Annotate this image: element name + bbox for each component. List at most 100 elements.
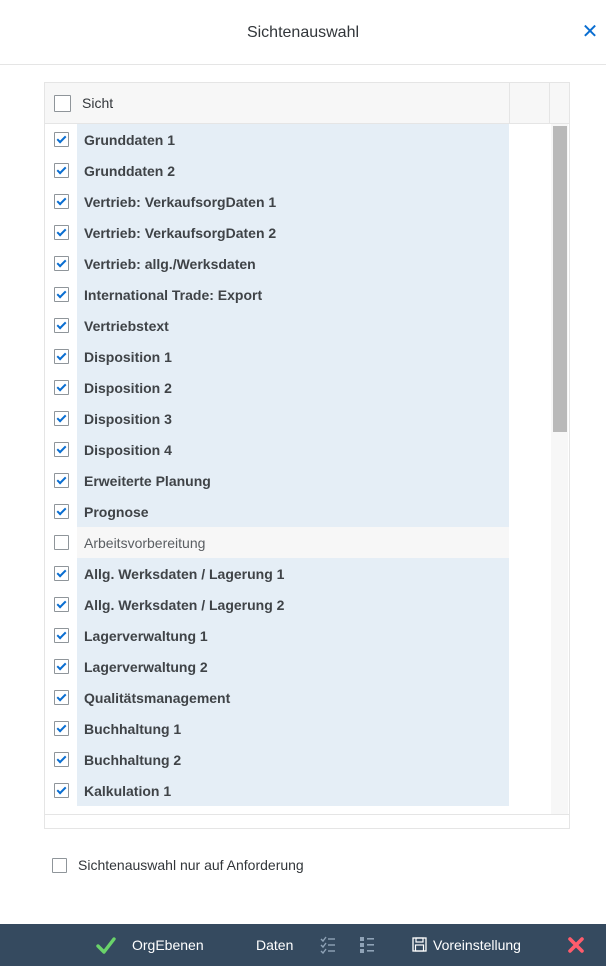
- row-checkbox[interactable]: [54, 504, 69, 519]
- row-checkbox[interactable]: [54, 566, 69, 581]
- table-row[interactable]: Lagerverwaltung 2: [45, 651, 551, 682]
- row-label-cell: Buchhaltung 1: [77, 713, 509, 744]
- row-checkbox-cell: [45, 744, 75, 775]
- row-label: Disposition 1: [84, 349, 172, 365]
- table-row[interactable]: Prognose: [45, 496, 551, 527]
- row-label: Vertriebstext: [84, 318, 169, 334]
- table-row[interactable]: Disposition 2: [45, 372, 551, 403]
- row-label-cell: Prognose: [77, 496, 509, 527]
- row-checkbox-cell: [45, 558, 75, 589]
- row-checkbox-cell: [45, 124, 75, 155]
- row-label-cell: Vertriebstext: [77, 310, 509, 341]
- row-checkbox[interactable]: [54, 256, 69, 271]
- row-checkbox[interactable]: [54, 690, 69, 705]
- row-label-cell: Disposition 2: [77, 372, 509, 403]
- row-checkbox[interactable]: [54, 628, 69, 643]
- table-row[interactable]: Erweiterte Planung: [45, 465, 551, 496]
- row-label-cell: Disposition 1: [77, 341, 509, 372]
- table-row[interactable]: Disposition 3: [45, 403, 551, 434]
- row-label: Erweiterte Planung: [84, 473, 211, 489]
- table-row[interactable]: Vertrieb: VerkaufsorgDaten 2: [45, 217, 551, 248]
- row-checkbox-cell: [45, 403, 75, 434]
- row-checkbox-cell: [45, 496, 75, 527]
- table-row[interactable]: Disposition 1: [45, 341, 551, 372]
- table-row[interactable]: Disposition 4: [45, 434, 551, 465]
- close-icon: ✕: [581, 21, 599, 43]
- row-checkbox[interactable]: [54, 535, 69, 550]
- row-checkbox[interactable]: [54, 721, 69, 736]
- row-label: Allg. Werksdaten / Lagerung 2: [84, 597, 285, 613]
- table-row[interactable]: Buchhaltung 2: [45, 744, 551, 775]
- table-row[interactable]: Grunddaten 1: [45, 124, 551, 155]
- cancel-icon[interactable]: [566, 935, 586, 955]
- row-checkbox[interactable]: [54, 349, 69, 364]
- row-checkbox[interactable]: [54, 473, 69, 488]
- select-all-checkbox[interactable]: [54, 95, 71, 112]
- table-row[interactable]: Vertriebstext: [45, 310, 551, 341]
- view-rows: Grunddaten 1 Grunddaten 2 Vertrieb: Verkau…: [45, 124, 551, 806]
- table-row[interactable]: Kalkulation 1: [45, 775, 551, 806]
- on-demand-checkbox[interactable]: [52, 858, 67, 873]
- row-label: Disposition 2: [84, 380, 172, 396]
- row-checkbox[interactable]: [54, 132, 69, 147]
- row-checkbox-cell: [45, 248, 75, 279]
- orgebenen-button[interactable]: OrgEbenen: [132, 924, 204, 966]
- row-checkbox[interactable]: [54, 411, 69, 426]
- horizontal-scrollbar[interactable]: [45, 814, 569, 828]
- row-checkbox[interactable]: [54, 597, 69, 612]
- row-label: Grunddaten 2: [84, 163, 176, 179]
- row-label-cell: Buchhaltung 2: [77, 744, 509, 775]
- table-row[interactable]: Lagerverwaltung 1: [45, 620, 551, 651]
- table-row[interactable]: Arbeitsvorbereitung: [45, 527, 551, 558]
- row-label-cell: Grunddaten 1: [77, 124, 509, 155]
- scrollbar-thumb[interactable]: [553, 126, 567, 432]
- row-checkbox-cell: [45, 279, 75, 310]
- dialog-title: Sichtenauswahl: [246, 24, 360, 41]
- row-label: Grunddaten 1: [84, 132, 176, 148]
- row-checkbox[interactable]: [54, 194, 69, 209]
- column-header-sicht: Sicht: [82, 95, 114, 111]
- row-label-cell: Erweiterte Planung: [77, 465, 509, 496]
- row-checkbox[interactable]: [54, 225, 69, 240]
- row-checkbox[interactable]: [54, 752, 69, 767]
- view-table: Sicht Grunddaten 1 Grunddaten 2 Vertrieb: …: [44, 82, 570, 829]
- list-deselect-icon[interactable]: [359, 936, 375, 954]
- list-select-icon[interactable]: [320, 936, 336, 954]
- checkmark-icon[interactable]: [96, 935, 116, 955]
- row-checkbox[interactable]: [54, 380, 69, 395]
- row-checkbox-cell: [45, 434, 75, 465]
- row-checkbox-cell: [45, 682, 75, 713]
- save-icon[interactable]: [412, 937, 427, 952]
- row-label: Vertrieb: VerkaufsorgDaten 2: [84, 225, 277, 241]
- table-row[interactable]: International Trade: Export: [45, 279, 551, 310]
- table-row[interactable]: Qualitätsmanagement: [45, 682, 551, 713]
- voreinstellung-button[interactable]: Voreinstellung: [433, 924, 521, 966]
- row-checkbox[interactable]: [54, 442, 69, 457]
- table-row[interactable]: Allg. Werksdaten / Lagerung 2: [45, 589, 551, 620]
- row-checkbox-cell: [45, 620, 75, 651]
- row-label-cell: Vertrieb: VerkaufsorgDaten 1: [77, 186, 509, 217]
- row-label-cell: International Trade: Export: [77, 279, 509, 310]
- row-label: Disposition 4: [84, 442, 172, 458]
- table-row[interactable]: Buchhaltung 1: [45, 713, 551, 744]
- row-label-cell: Disposition 4: [77, 434, 509, 465]
- daten-button[interactable]: Daten: [256, 924, 293, 966]
- row-label: Vertrieb: allg./Werksdaten: [84, 256, 256, 272]
- row-label: Vertrieb: VerkaufsorgDaten 1: [84, 194, 277, 210]
- row-label: International Trade: Export: [84, 287, 263, 303]
- row-checkbox-cell: [45, 651, 75, 682]
- dialog-header: Sichtenauswahl ✕: [0, 0, 606, 65]
- row-checkbox[interactable]: [54, 318, 69, 333]
- table-row[interactable]: Grunddaten 2: [45, 155, 551, 186]
- table-row[interactable]: Allg. Werksdaten / Lagerung 1: [45, 558, 551, 589]
- table-row[interactable]: Vertrieb: allg./Werksdaten: [45, 248, 551, 279]
- row-checkbox[interactable]: [54, 163, 69, 178]
- row-checkbox[interactable]: [54, 287, 69, 302]
- on-demand-label: Sichtenauswahl nur auf Anforderung: [78, 857, 304, 873]
- table-row[interactable]: Vertrieb: VerkaufsorgDaten 1: [45, 186, 551, 217]
- row-label: Buchhaltung 1: [84, 721, 182, 737]
- row-checkbox[interactable]: [54, 783, 69, 798]
- row-checkbox[interactable]: [54, 659, 69, 674]
- vertical-scrollbar[interactable]: [551, 124, 568, 814]
- close-button[interactable]: ✕: [578, 20, 602, 44]
